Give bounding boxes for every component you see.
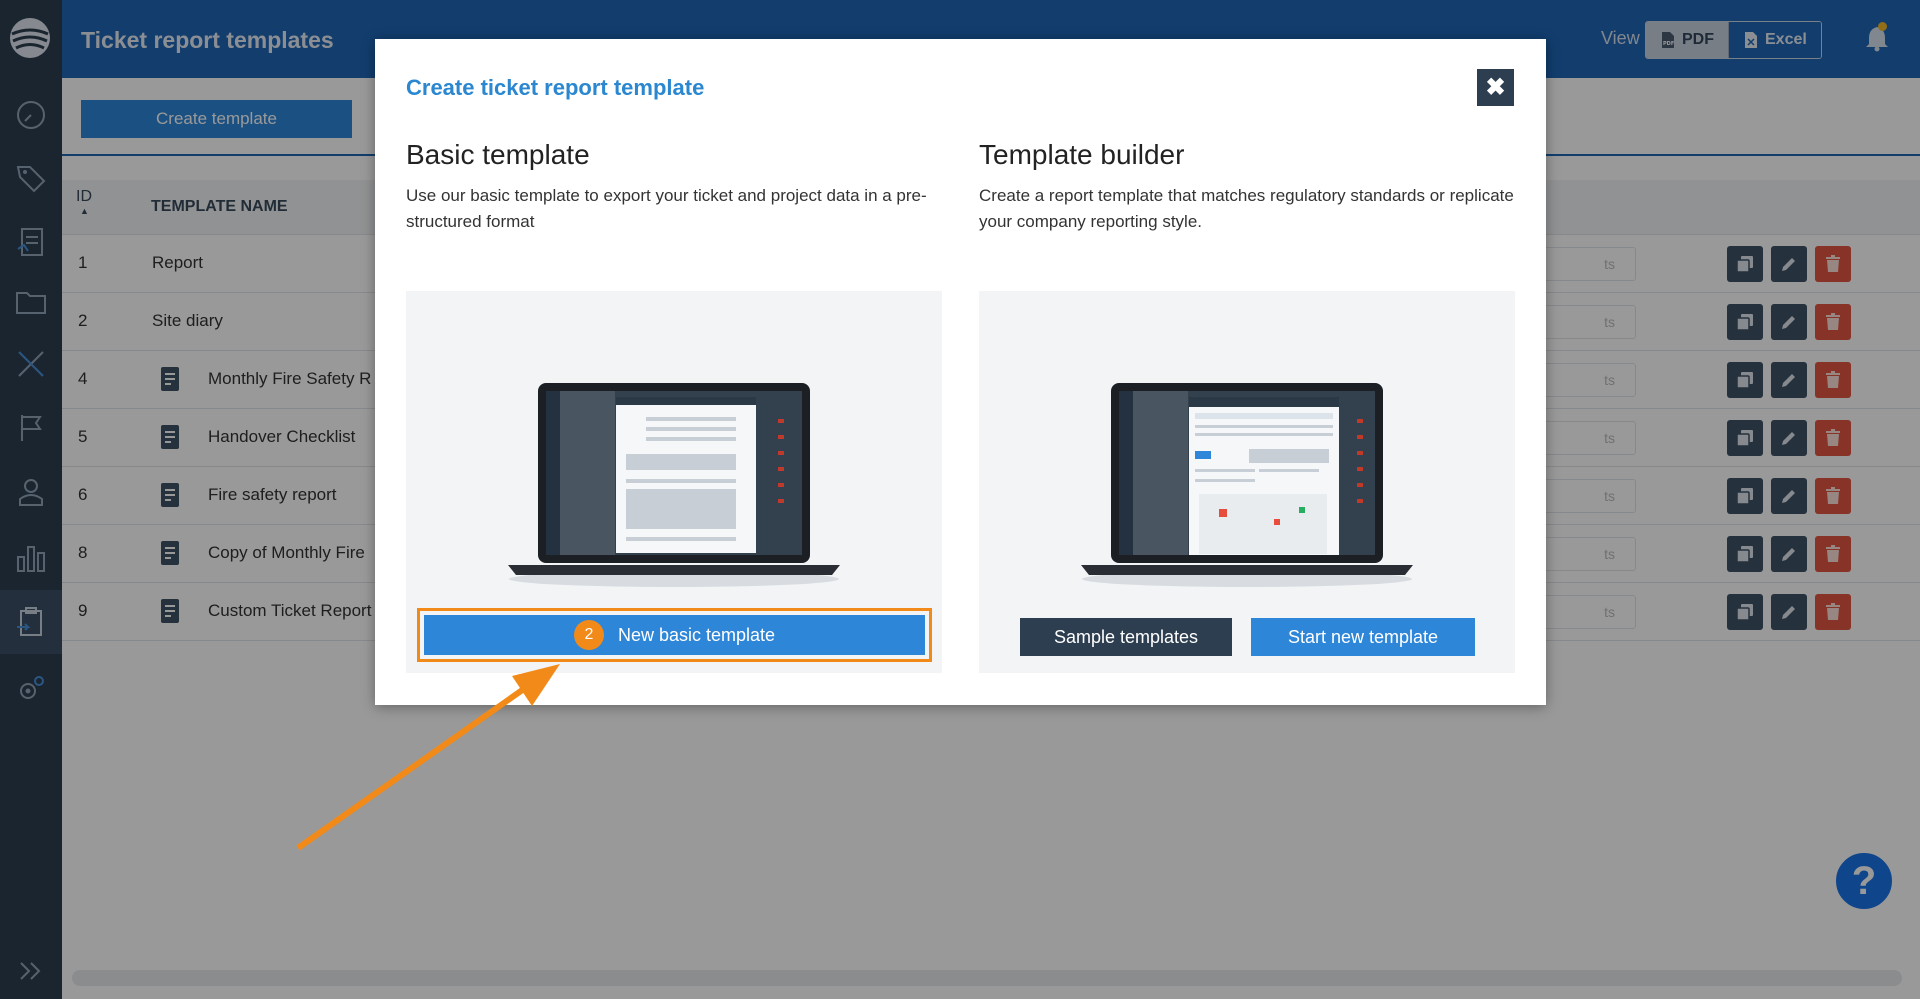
basic-template-description: Use our basic template to export your ti… [406,186,927,231]
basic-template-heading: Basic template [406,139,590,170]
template-builder-heading: Template builder [979,139,1185,170]
template-builder-section: Template builder Create a report templat… [979,139,1515,235]
sample-templates-button[interactable]: Sample templates [1020,618,1232,656]
template-builder-description: Create a report template that matches re… [979,186,1514,231]
basic-template-section: Basic template Use our basic template to… [406,139,942,235]
template-builder-panel: Sample templates Start new template [979,291,1515,673]
start-new-template-button[interactable]: Start new template [1251,618,1475,656]
modal-title: Create ticket report template [406,75,705,100]
modal-close-button[interactable]: ✖ [1477,69,1514,106]
basic-template-panel: 2 New basic template [406,291,942,673]
new-basic-template-button[interactable]: 2 New basic template [424,615,925,655]
new-basic-template-label: New basic template [617,624,776,645]
laptop-builder-preview-illustration [1081,383,1413,587]
step-badge: 2 [573,620,604,650]
new-basic-template-highlight: 2 New basic template [417,608,932,662]
laptop-basic-preview-illustration [508,383,840,587]
create-template-modal: Create ticket report template ✖ Basic te… [375,39,1546,705]
